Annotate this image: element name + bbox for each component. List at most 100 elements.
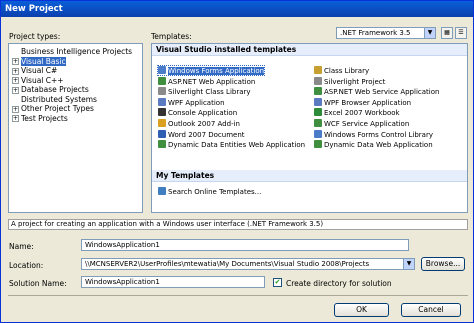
template-item[interactable]: Silverlight Project (314, 76, 386, 86)
template-label: Word 2007 Document (168, 130, 245, 139)
project-type-item[interactable]: + Other Project Types (12, 104, 94, 113)
window-title: New Project (5, 4, 63, 14)
new-project-dialog: New Project Project types: Business Inte… (0, 0, 474, 323)
project-type-label: Business Intelligence Projects (21, 47, 133, 56)
large-icons-view-icon[interactable]: ▦ (441, 27, 453, 39)
name-input[interactable]: WindowsApplication1 (81, 239, 409, 251)
template-label: WPF Browser Application (324, 98, 412, 107)
template-label: ASP.NET Web Application (168, 77, 256, 86)
project-type-label: Test Projects (21, 113, 68, 123)
project-type-item[interactable]: + Visual C++ (12, 76, 64, 85)
chevron-down-icon: ▼ (403, 259, 414, 269)
location-value: \\MCNSERVER2\UserProfiles\mtewatia\My Do… (85, 260, 370, 268)
template-item[interactable]: WPF Application (158, 97, 225, 107)
my-template-item[interactable]: Search Online Templates... (158, 187, 261, 196)
windows-forms-icon (158, 66, 166, 74)
template-item[interactable]: Outlook 2007 Add-in (158, 119, 240, 128)
project-types-tree[interactable]: Business Intelligence Projects + Visual Ba… (8, 43, 143, 213)
project-type-item[interactable]: + Visual Basic (12, 56, 66, 66)
template-item[interactable]: Windows Forms Control Library (314, 129, 433, 139)
project-type-label: Other Project Types (21, 104, 94, 113)
expand-icon[interactable]: + (12, 58, 19, 65)
template-label: Search Online Templates... (168, 188, 262, 196)
template-item[interactable]: WCF Service Application (314, 119, 409, 128)
template-item[interactable]: ASP.NET Web Service Application (314, 87, 439, 96)
console-icon (158, 108, 166, 117)
template-description: A project for creating an application wi… (8, 219, 468, 230)
project-type-item[interactable]: + Test Projects (12, 114, 68, 123)
template-label: WPF Application (168, 98, 225, 107)
template-label: Windows Forms Application (168, 67, 265, 75)
template-item[interactable]: Excel 2007 Workbook (314, 108, 400, 117)
project-type-label: Visual C# (21, 66, 58, 75)
ok-button[interactable]: OK (334, 303, 389, 317)
location-label: Location: (9, 261, 44, 270)
silverlight-icon (314, 76, 322, 85)
expand-icon[interactable]: + (12, 77, 19, 84)
excel-icon (314, 108, 322, 117)
template-label: Outlook 2007 Add-in (168, 120, 240, 128)
template-label: Windows Forms Control Library (324, 130, 433, 139)
wpf-icon (158, 97, 166, 106)
template-item[interactable]: Dynamic Data Web Application (314, 140, 433, 149)
browse-button[interactable]: Browse... (421, 257, 465, 271)
project-type-label: Database Projects (21, 85, 89, 94)
location-select[interactable]: \\MCNSERVER2\UserProfiles\mtewatia\My Do… (81, 258, 415, 270)
wpf-browser-icon (314, 97, 322, 106)
template-item[interactable]: Silverlight Class Library (158, 87, 251, 96)
control-library-icon (314, 129, 322, 138)
template-item[interactable]: Class Library (314, 66, 369, 75)
name-label: Name: (9, 242, 34, 251)
wcf-icon (314, 119, 322, 127)
template-item[interactable]: WPF Browser Application (314, 97, 412, 107)
search-online-icon (158, 187, 166, 195)
project-type-item[interactable]: Business Intelligence Projects (12, 47, 132, 56)
expand-icon[interactable]: + (12, 67, 19, 75)
project-type-item[interactable]: + Visual C# (12, 66, 57, 75)
project-type-item[interactable]: + Database Projects (12, 85, 89, 94)
template-label: Class Library (324, 67, 370, 75)
installed-templates-header: Visual Studio installed templates (152, 44, 467, 56)
template-item[interactable]: ASP.NET Web Application (158, 76, 256, 86)
template-label: Excel 2007 Workbook (324, 109, 400, 118)
template-label: Silverlight Project (324, 77, 386, 86)
project-type-item[interactable]: Distributed Systems (12, 95, 97, 104)
dynamic-data-icon (158, 140, 166, 149)
expand-icon[interactable]: + (12, 105, 19, 113)
silverlight-icon (158, 87, 166, 96)
project-type-label: Distributed Systems (21, 94, 97, 104)
create-directory-checkbox[interactable]: ✔ (273, 278, 282, 287)
templates-panel: Visual Studio installed templates Window… (151, 43, 468, 213)
cancel-button[interactable]: Cancel (401, 303, 461, 317)
word-icon (158, 129, 166, 138)
project-type-label: Visual C++ (21, 75, 64, 85)
dynamic-data-icon (314, 140, 322, 149)
divider (8, 295, 468, 296)
solution-name-label: Solution Name: (9, 279, 67, 288)
framework-select[interactable]: .NET Framework 3.5 ▼ (336, 27, 436, 39)
template-item[interactable]: Dynamic Data Entities Web Application (158, 140, 305, 149)
template-label: Dynamic Data Web Application (324, 141, 433, 150)
template-item[interactable]: Windows Forms Application (156, 65, 266, 76)
framework-value: .NET Framework 3.5 (340, 29, 411, 37)
template-label: Silverlight Class Library (168, 88, 251, 97)
class-library-icon (314, 66, 322, 74)
web-service-icon (314, 87, 322, 96)
templates-label: Templates: (151, 32, 192, 41)
template-label: Dynamic Data Entities Web Application (168, 141, 306, 150)
solution-name-input[interactable]: WindowsApplication1 (81, 276, 265, 288)
chevron-down-icon: ▼ (424, 28, 435, 38)
create-directory-label: Create directory for solution (286, 279, 392, 288)
title-bar: New Project (1, 1, 473, 17)
template-label: WCF Service Application (324, 120, 410, 128)
project-type-label: Visual Basic (21, 56, 66, 66)
template-label: Console Application (168, 109, 238, 118)
small-icons-view-icon[interactable]: ☰ (455, 27, 467, 39)
template-item[interactable]: Console Application (158, 108, 237, 117)
outlook-icon (158, 119, 166, 127)
expand-icon[interactable]: + (12, 86, 19, 94)
expand-icon[interactable]: + (12, 115, 19, 122)
template-item[interactable]: Word 2007 Document (158, 129, 245, 139)
template-label: ASP.NET Web Service Application (324, 88, 440, 97)
web-application-icon (158, 76, 166, 85)
